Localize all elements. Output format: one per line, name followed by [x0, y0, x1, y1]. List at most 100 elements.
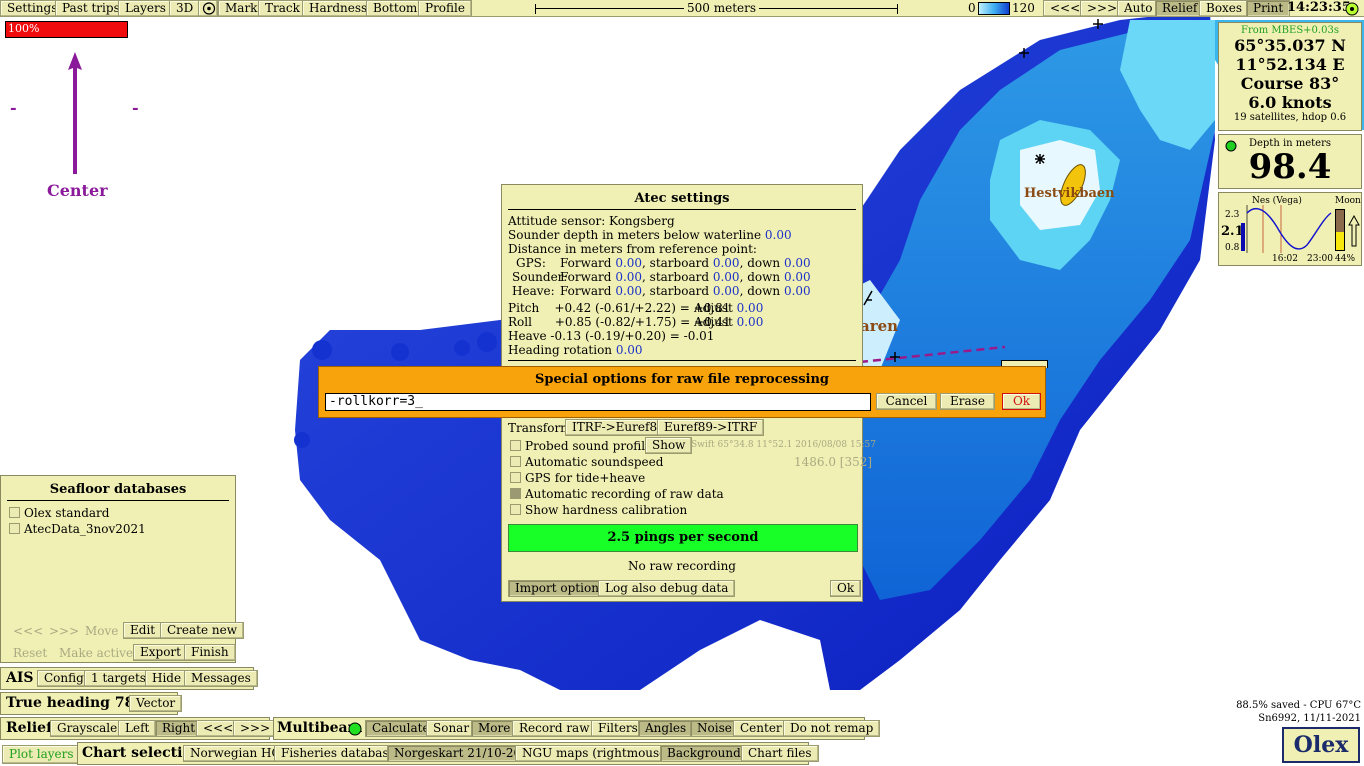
euref-itrf-button[interactable]: Euref89->ITRF: [657, 419, 765, 436]
special-ok-button[interactable]: Ok: [1002, 393, 1041, 410]
ngu-maps-button[interactable]: NGU maps (rightmouse!): [515, 745, 683, 762]
ais-messages-button[interactable]: Messages: [184, 670, 258, 687]
db-next-button[interactable]: >>>: [49, 624, 79, 638]
roll-adjust-value[interactable]: 0.00: [737, 315, 764, 329]
special-cancel-button[interactable]: Cancel: [876, 393, 937, 410]
probed-sound-option[interactable]: Probed sound profile: [510, 439, 652, 453]
hardness-button[interactable]: Hardness: [302, 0, 375, 17]
profile-button[interactable]: Profile: [418, 0, 472, 17]
db-create-button[interactable]: Create new: [160, 622, 245, 639]
special-input[interactable]: -rollkorr=3_: [325, 393, 871, 411]
olex-logo[interactable]: Olex: [1282, 727, 1360, 763]
db-item-olex[interactable]: Olex standard: [9, 506, 109, 520]
scale-label: 500 meters: [684, 1, 760, 15]
attitude-sensor: Attitude sensor: Kongsberg: [508, 214, 675, 228]
down-value[interactable]: 0.00: [784, 270, 811, 284]
log-debug-button[interactable]: Log also debug data: [598, 580, 736, 597]
more-button[interactable]: More: [471, 720, 518, 737]
db-move-button[interactable]: Move: [85, 624, 118, 638]
itrf-euref-button[interactable]: ITRF->Euref89: [565, 419, 672, 436]
auto-record-checkbox[interactable]: [510, 488, 521, 499]
center-label[interactable]: Center: [47, 181, 108, 200]
sonar-button[interactable]: Sonar: [426, 720, 477, 737]
plot-layers-button[interactable]: Plot layers: [2, 745, 81, 764]
forward-label: Forward: [560, 256, 612, 270]
gps-source: From MBES+0.03s: [1241, 25, 1339, 36]
starboard-label: , starboard: [642, 256, 710, 270]
gps-tide-checkbox[interactable]: [510, 472, 521, 483]
hardness-cal-option[interactable]: Show hardness calibration: [510, 503, 687, 517]
auto-soundspeed-checkbox[interactable]: [510, 456, 521, 467]
multibeam-status-icon: [348, 722, 362, 736]
left-button[interactable]: Left: [118, 720, 157, 737]
starboard-value[interactable]: 0.00: [713, 256, 740, 270]
db-atec-checkbox[interactable]: [9, 523, 20, 534]
probed-checkbox[interactable]: [510, 440, 521, 451]
import-options-button[interactable]: Import options: [508, 580, 613, 597]
forward-value[interactable]: 0.00: [615, 270, 642, 284]
chart-files-button[interactable]: Chart files: [741, 745, 819, 762]
starboard-value[interactable]: 0.00: [713, 270, 740, 284]
show-profile-button[interactable]: Show: [645, 437, 693, 454]
grayscale-button[interactable]: Grayscale: [50, 720, 125, 737]
relief-next-button[interactable]: >>>: [233, 720, 278, 737]
heading-rotation-value[interactable]: 0.00: [616, 343, 643, 357]
db-make-active-button[interactable]: Make active: [59, 646, 133, 660]
depth-status-icon: [1225, 140, 1237, 152]
moon-percent: 44%: [1335, 254, 1356, 264]
boxes-button[interactable]: Boxes: [1199, 0, 1250, 17]
filters-button[interactable]: Filters: [591, 720, 645, 737]
roll-adjust: Adjust 0.00: [694, 315, 764, 329]
starboard-value[interactable]: 0.00: [713, 284, 740, 298]
ais-targets-button[interactable]: 1 targets: [84, 670, 153, 687]
special-title: Special options for raw file reprocessin…: [534, 372, 829, 387]
no-remap-button[interactable]: Do not remap: [783, 720, 881, 737]
db-reset-button[interactable]: Reset: [13, 646, 47, 660]
norwegian-ho-button[interactable]: Norwegian HO: [183, 745, 289, 762]
3d-button[interactable]: 3D: [169, 0, 201, 17]
ais-hide-button[interactable]: Hide: [145, 670, 189, 687]
db-finish-button[interactable]: Finish: [184, 644, 236, 661]
center-button[interactable]: Center: [733, 720, 789, 737]
auto-soundspeed-option[interactable]: Automatic soundspeed: [510, 455, 663, 469]
forward-value[interactable]: 0.00: [615, 256, 642, 270]
sounder-depth-value[interactable]: 0.00: [765, 228, 792, 242]
special-erase-button[interactable]: Erase: [940, 393, 995, 410]
past-trips-button[interactable]: Past trips: [55, 0, 127, 17]
record-raw-button[interactable]: Record raw: [512, 720, 597, 737]
db-export-button[interactable]: Export: [133, 644, 188, 661]
depth-panel: Depth in meters 98.4: [1218, 134, 1362, 189]
hardness-cal-checkbox[interactable]: [510, 504, 521, 515]
forward-value[interactable]: 0.00: [615, 284, 642, 298]
db-edit-button[interactable]: Edit: [123, 622, 163, 639]
tide-time-a: 16:02: [1272, 254, 1298, 264]
db-olex-checkbox[interactable]: [9, 507, 20, 518]
mark-target-icon[interactable]: [198, 0, 218, 17]
auto-button[interactable]: Auto: [1117, 0, 1160, 17]
pitch-adjust-value[interactable]: 0.00: [737, 301, 764, 315]
forward-label: Forward: [560, 270, 612, 284]
vector-button[interactable]: Vector: [129, 695, 183, 712]
compass-right-mark: -: [132, 98, 139, 117]
atec-ok-button[interactable]: Ok: [830, 580, 862, 597]
track-button[interactable]: Track: [258, 0, 307, 17]
down-value[interactable]: 0.00: [784, 256, 811, 270]
angles-button[interactable]: Angles: [638, 720, 694, 737]
noise-button[interactable]: Noise: [690, 720, 739, 737]
fisheries-db-button[interactable]: Fisheries database: [274, 745, 403, 762]
ais-config-button[interactable]: Config: [37, 670, 91, 687]
offset-row: Heave: Forward 0.00, starboard 0.00, down…: [512, 284, 811, 298]
relief-toggle[interactable]: Relief: [1155, 0, 1205, 17]
background-button[interactable]: Background: [660, 745, 748, 762]
down-value[interactable]: 0.00: [784, 284, 811, 298]
bottom-button[interactable]: Bottom: [366, 0, 425, 17]
sounder-depth-row: Sounder depth in meters below waterline …: [508, 228, 792, 242]
gps-tide-option[interactable]: GPS for tide+heave: [510, 471, 645, 485]
tide-panel[interactable]: Nes (Vega) Moon 2.3 2.1 0.8 16:02 23:00 …: [1218, 192, 1362, 266]
down-label: , down: [739, 270, 781, 284]
layers-button[interactable]: Layers: [118, 0, 173, 17]
print-button[interactable]: Print: [1246, 0, 1291, 17]
db-item-atec[interactable]: AtecData_3nov2021: [9, 522, 146, 536]
auto-record-option[interactable]: Automatic recording of raw data: [510, 487, 724, 501]
db-prev-button[interactable]: <<<: [13, 624, 43, 638]
